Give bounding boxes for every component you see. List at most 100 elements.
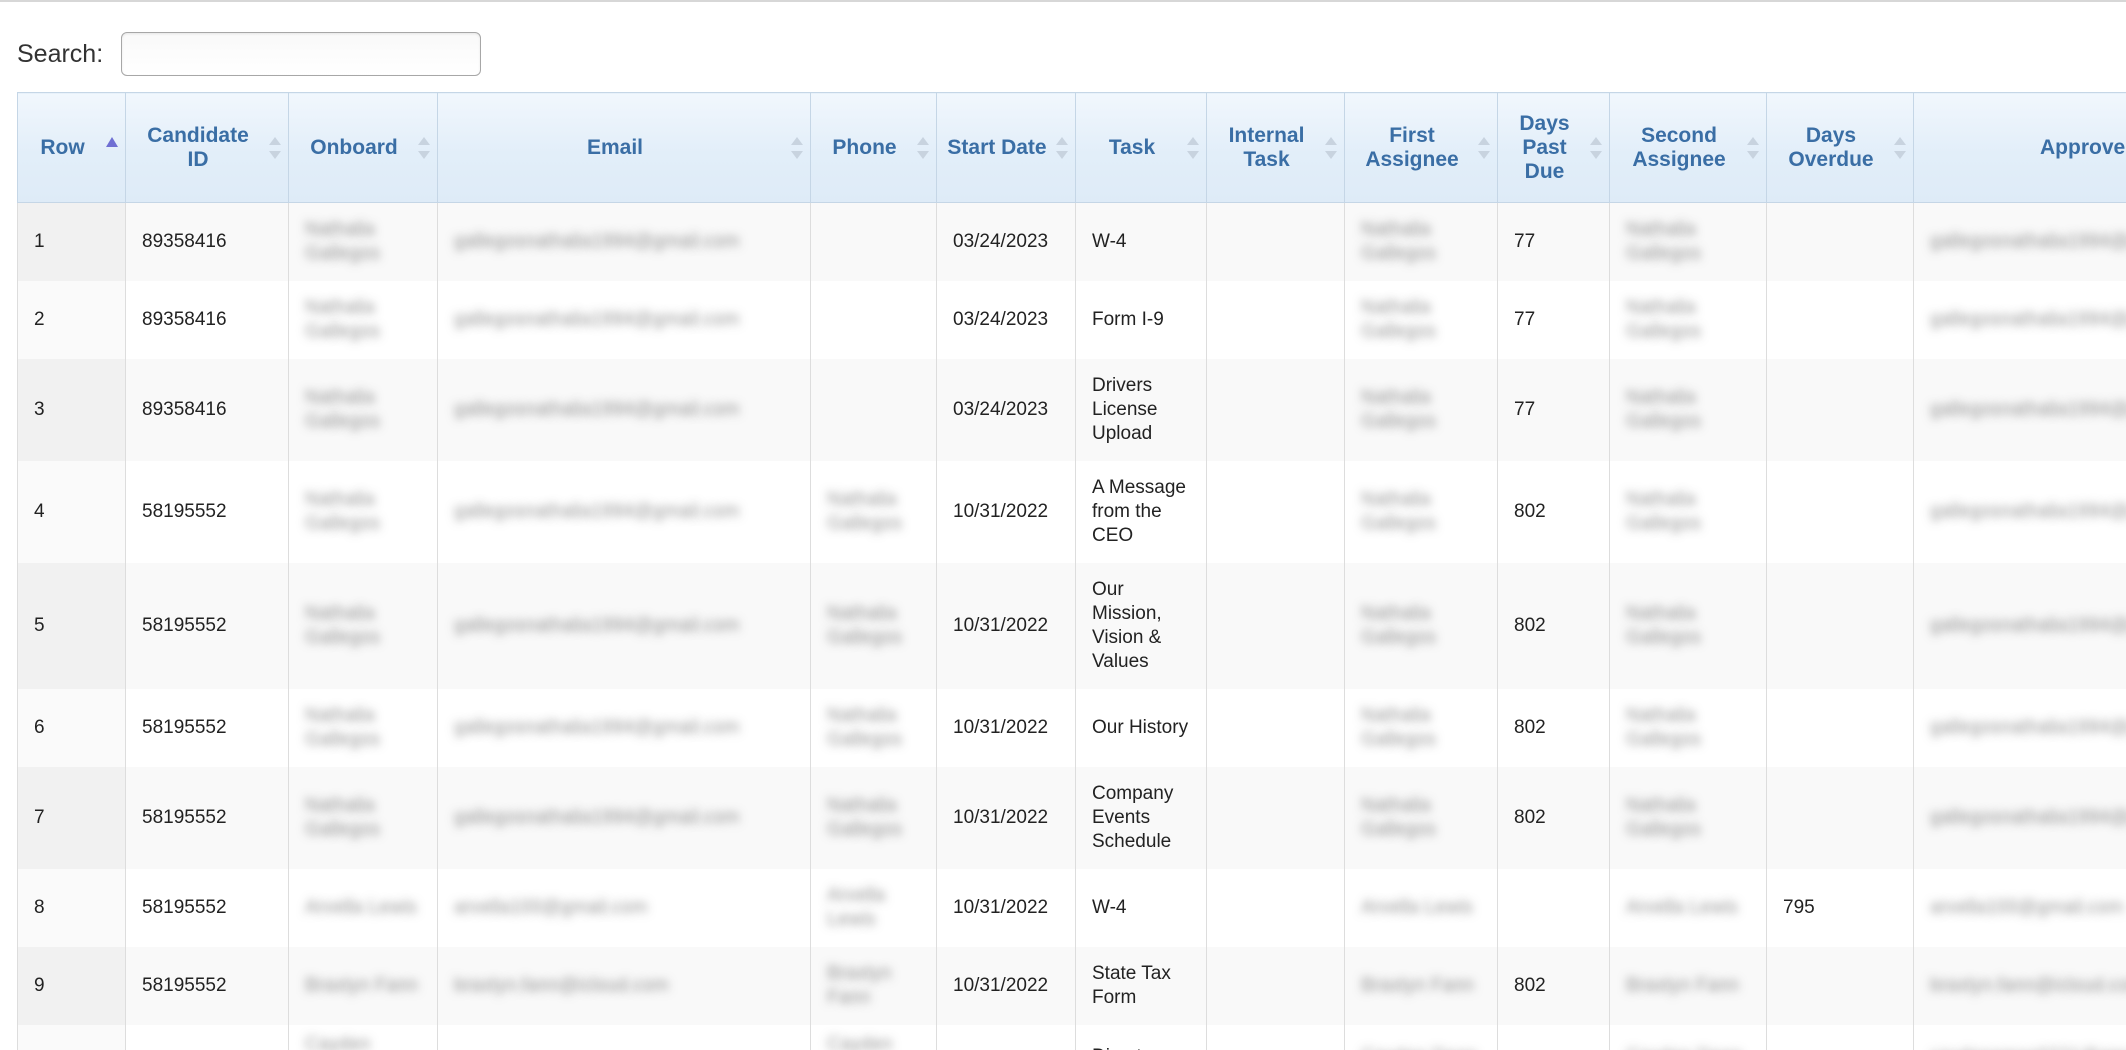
cell-days-past-due: 802 — [1497, 460, 1610, 563]
cell-second-assignee: Arvella Lewis — [1609, 868, 1767, 947]
sort-icon[interactable] — [1187, 136, 1199, 159]
sort-icon[interactable] — [1325, 136, 1337, 159]
column-header-internal-task[interactable]: Internal Task — [1206, 92, 1345, 203]
sort-icon[interactable] — [269, 136, 281, 159]
sort-icon[interactable] — [1056, 136, 1068, 159]
cell-approver: caydenamos0221@gmail.com — [1913, 1024, 2126, 1050]
cell-task: State Tax Form — [1075, 946, 1207, 1025]
cell-first-assignee: Nathalia Gallegos — [1344, 202, 1498, 281]
column-header-email[interactable]: Email — [437, 92, 811, 203]
cell-row: 4 — [17, 460, 126, 563]
cell-value: 7 — [34, 806, 45, 828]
column-header-task[interactable]: Task — [1075, 92, 1207, 203]
column-header-label: Second Assignee — [1632, 123, 1726, 171]
column-header-days-past-due[interactable]: Days Past Due — [1497, 92, 1610, 203]
column-header-label: Days Overdue — [1788, 123, 1874, 171]
column-header-second-assignee[interactable]: Second Assignee — [1609, 92, 1767, 203]
cell-internal-task — [1206, 688, 1345, 767]
sort-icon[interactable] — [917, 136, 929, 159]
table-row[interactable]: 3 89358416 Nathalia Gallegos gallegosnathal… — [17, 358, 2126, 461]
sort-icon[interactable] — [1747, 136, 1759, 159]
table-row[interactable]: 4 58195552 Nathalia Gallegos gallegosnathal… — [17, 460, 2126, 563]
cell-value: 77 — [1514, 230, 1536, 252]
table-row[interactable]: 6 58195552 Nathalia Gallegos gallegosnathal… — [17, 688, 2126, 767]
cell-value: 1 — [34, 230, 45, 252]
cell-second-assignee: Nathalia Gallegos — [1609, 358, 1767, 461]
table-row[interactable]: 5 58195552 Nathalia Gallegos gallegosnathal… — [17, 562, 2126, 689]
cell-value: gallegosnathalia1994@gmail.com — [454, 614, 740, 636]
cell-candidate-id: 58195552 — [125, 460, 289, 563]
column-header-days-overdue[interactable]: Days Overdue — [1766, 92, 1914, 203]
table-row[interactable]: 8 58195552 Arvella Lewis arvella100@gmail.c… — [17, 868, 2126, 947]
cell-onboard: Nathalia Gallegos — [288, 358, 438, 461]
cell-value: Nathalia Gallegos — [305, 704, 380, 750]
search-bar: Search: — [17, 30, 482, 78]
cell-days-overdue: 795 — [1766, 868, 1914, 947]
cell-value: Cayden Dean — [305, 1033, 371, 1050]
cell-value: Nathalia Gallegos — [305, 296, 380, 342]
cell-value: Braxtyn Fann — [305, 974, 418, 996]
cell-value: 802 — [1514, 716, 1546, 738]
table-row[interactable]: Cayden Dean Cayden Dean Direct Cayden Dean C… — [17, 1024, 2126, 1050]
cell-second-assignee: Nathalia Gallegos — [1609, 562, 1767, 689]
cell-days-overdue — [1766, 1024, 1914, 1050]
cell-value: 802 — [1514, 806, 1546, 828]
cell-onboard: Nathalia Gallegos — [288, 280, 438, 359]
column-header-approver[interactable]: Approver — [1913, 92, 2126, 203]
column-header-onboard[interactable]: Onboard — [288, 92, 438, 203]
cell-task: Our Mission, Vision & Values — [1075, 562, 1207, 689]
cell-approver: gallegosnathalia1994@gmail.com — [1913, 280, 2126, 359]
column-header-phone[interactable]: Phone — [810, 92, 937, 203]
column-header-label: Start Date — [947, 135, 1047, 159]
cell-value: Braxtyn Fann — [1626, 974, 1739, 996]
table-row[interactable]: 9 58195552 Braxtyn Fann braxtyn.fann@icloud… — [17, 946, 2126, 1025]
cell-task: W-4 — [1075, 202, 1207, 281]
cell-value: Nathalia Gallegos — [305, 386, 380, 432]
column-header-label: Candidate ID — [147, 123, 249, 171]
cell-first-assignee: Nathalia Gallegos — [1344, 358, 1498, 461]
column-header-candidate-id[interactable]: Candidate ID — [125, 92, 289, 203]
column-header-row[interactable]: Row — [17, 92, 126, 203]
cell-days-past-due: 802 — [1497, 562, 1610, 689]
column-header-first-assignee[interactable]: First Assignee — [1344, 92, 1498, 203]
table-row[interactable]: 1 89358416 Nathalia Gallegos gallegosnathal… — [17, 202, 2126, 281]
cell-value: 8 — [34, 896, 45, 918]
search-input[interactable] — [121, 32, 482, 76]
cell-value: 77 — [1514, 308, 1536, 330]
cell-candidate-id: 58195552 — [125, 868, 289, 947]
sort-icon[interactable] — [1590, 136, 1602, 159]
cell-start-date: 10/31/2022 — [936, 946, 1076, 1025]
cell-first-assignee: Nathalia Gallegos — [1344, 280, 1498, 359]
cell-value: 89358416 — [142, 230, 227, 252]
cell-days-overdue — [1766, 562, 1914, 689]
cell-value: 03/24/2023 — [953, 398, 1049, 420]
cell-start-date: 03/24/2023 — [936, 202, 1076, 281]
cell-internal-task — [1206, 562, 1345, 689]
cell-days-overdue — [1766, 280, 1914, 359]
sort-icon[interactable] — [1894, 136, 1906, 159]
cell-value: Our History — [1092, 716, 1189, 738]
cell-candidate-id: 58195552 — [125, 766, 289, 869]
cell-value: gallegosnathalia1994@gmail.com — [1930, 716, 2126, 738]
cell-internal-task — [1206, 1024, 1345, 1050]
sort-icon[interactable] — [418, 136, 430, 159]
sort-icon[interactable] — [791, 136, 803, 159]
cell-onboard: Nathalia Gallegos — [288, 562, 438, 689]
cell-days-past-due: 77 — [1497, 280, 1610, 359]
cell-value: Arvella Lewis — [1626, 896, 1738, 918]
sort-ascending-icon[interactable] — [106, 136, 118, 159]
cell-value: 58195552 — [142, 806, 227, 828]
cell-value: gallegosnathalia1994@gmail.com — [454, 500, 740, 522]
cell-email: arvella100@gmail.com — [437, 868, 811, 947]
cell-value: 795 — [1783, 896, 1815, 918]
cell-value: Arvella Lewis — [1361, 896, 1473, 918]
cell-value: Nathalia Gallegos — [305, 488, 380, 534]
cell-start-date: 03/24/2023 — [936, 358, 1076, 461]
column-header-start-date[interactable]: Start Date — [936, 92, 1076, 203]
cell-value: 58195552 — [142, 896, 227, 918]
table-row[interactable]: 2 89358416 Nathalia Gallegos gallegosnathal… — [17, 280, 2126, 359]
table-row[interactable]: 7 58195552 Nathalia Gallegos gallegosnathal… — [17, 766, 2126, 869]
cell-internal-task — [1206, 868, 1345, 947]
sort-icon[interactable] — [1478, 136, 1490, 159]
cell-value: W-4 — [1092, 230, 1127, 252]
